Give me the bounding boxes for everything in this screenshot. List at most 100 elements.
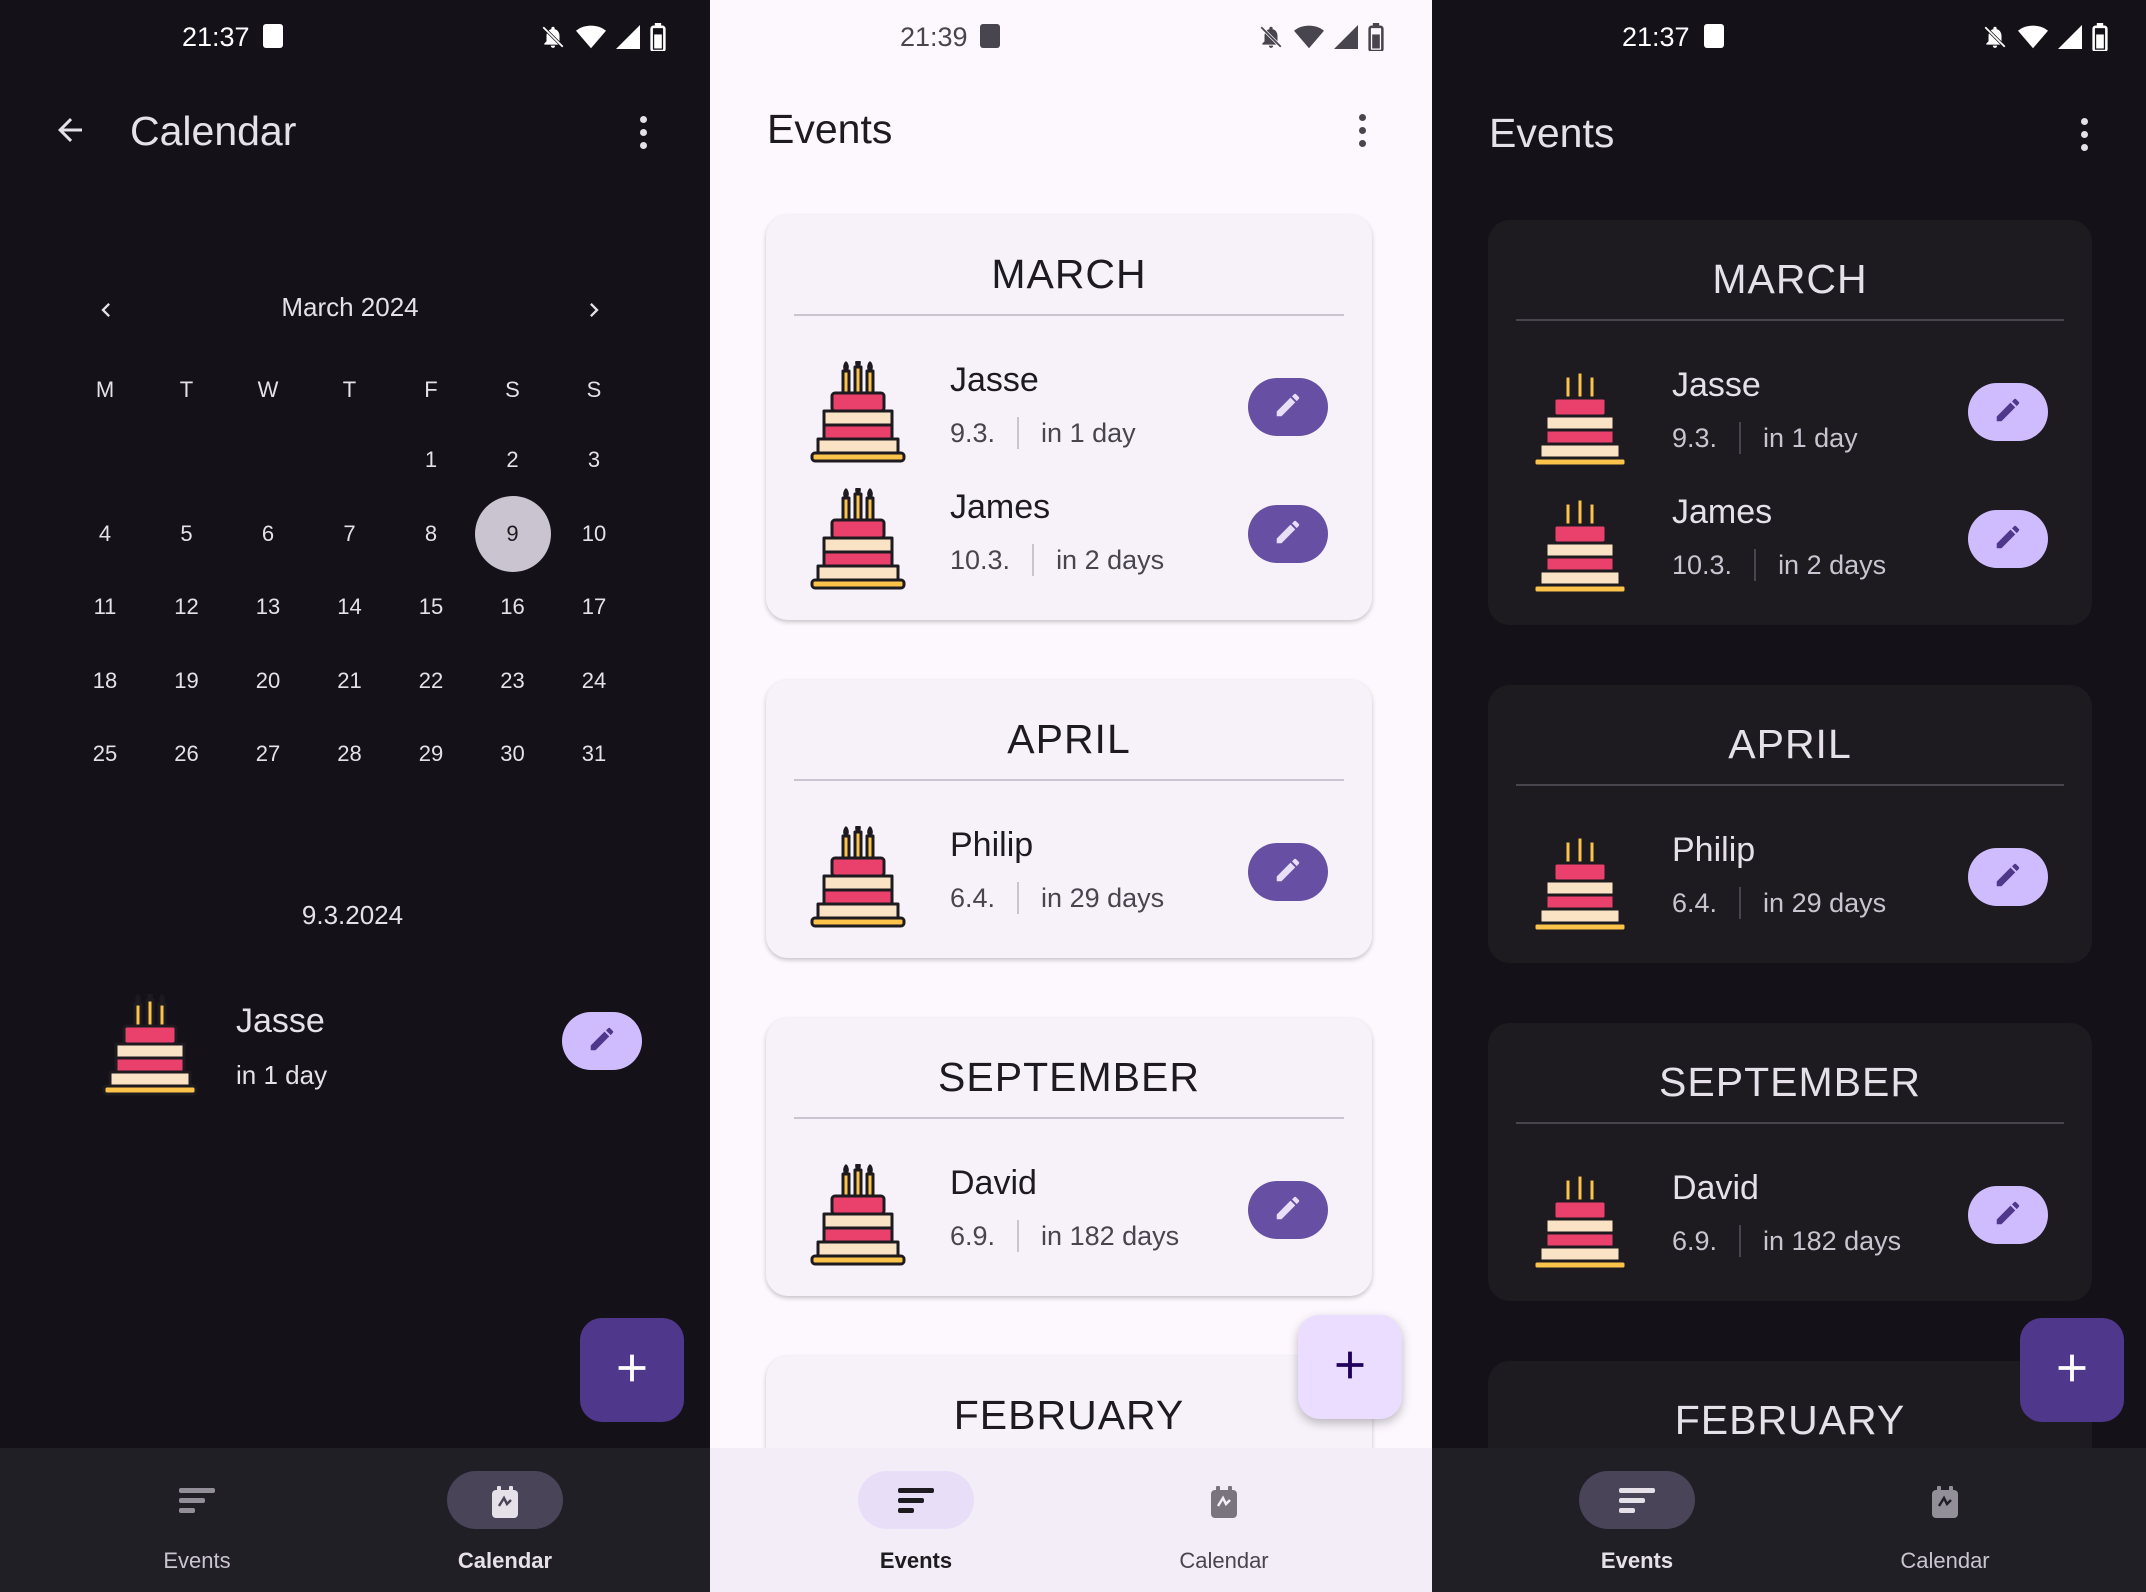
edit-event-button[interactable] bbox=[1968, 383, 2048, 441]
calendar-day[interactable]: 19 bbox=[147, 661, 227, 701]
event-subtitle: 6.4. in 29 days bbox=[950, 882, 1164, 914]
pencil-icon bbox=[1993, 522, 2023, 557]
calendar-day[interactable]: 15 bbox=[391, 587, 471, 627]
event-row[interactable]: David 6.9. in 182 days bbox=[766, 1158, 1372, 1278]
month-card-september: SEPTEMBER David 6.9. in 182 days bbox=[1488, 1023, 2092, 1301]
selected-day[interactable]: 9 bbox=[474, 495, 551, 572]
event-subtitle: 10.3. in 2 days bbox=[1672, 549, 1886, 581]
pencil-icon bbox=[1273, 855, 1303, 890]
divider bbox=[1739, 1225, 1742, 1257]
calendar-icon bbox=[1925, 1486, 1965, 1518]
calendar-day[interactable]: 20 bbox=[228, 661, 308, 701]
nav-label: Events bbox=[1600, 1548, 1674, 1573]
birthday-cake-icon bbox=[1532, 489, 1628, 595]
month-title: MARCH bbox=[991, 251, 1147, 297]
event-row[interactable]: Philip 6.4. in 29 days bbox=[766, 820, 1372, 940]
calendar-day[interactable]: 26 bbox=[147, 734, 227, 774]
edit-event-button[interactable] bbox=[1968, 1186, 2048, 1244]
calendar-day[interactable]: 10 bbox=[554, 514, 634, 554]
month-divider bbox=[1516, 319, 2064, 321]
edit-event-button[interactable] bbox=[1248, 843, 1328, 901]
pencil-icon bbox=[1993, 395, 2023, 430]
divider bbox=[1739, 422, 1742, 454]
event-row[interactable]: Jasse 9.3. in 1 day bbox=[1488, 360, 2092, 480]
event-name: Jasse bbox=[1672, 366, 1761, 404]
back-arrow-icon[interactable] bbox=[52, 112, 88, 148]
nav-item-events[interactable]: Events bbox=[1507, 1448, 1767, 1592]
month-card-september: SEPTEMBER David 6.9. in 182 days bbox=[766, 1018, 1372, 1296]
overflow-menu-icon[interactable] bbox=[638, 116, 648, 149]
calendar-day[interactable]: 14 bbox=[310, 587, 390, 627]
month-card-april: APRIL Philip 6.4. in 29 days bbox=[766, 680, 1372, 958]
nav-item-events[interactable]: Events bbox=[67, 1448, 327, 1592]
status-bar: 21:37 bbox=[0, 0, 710, 76]
calendar-day[interactable]: 1 bbox=[391, 440, 471, 480]
event-date: 10.3. bbox=[1672, 549, 1733, 580]
event-row[interactable]: James 10.3. in 2 days bbox=[1488, 487, 2092, 607]
calendar-day[interactable]: 18 bbox=[65, 661, 145, 701]
pencil-icon bbox=[1273, 517, 1303, 552]
event-relative: in 1 day bbox=[1763, 422, 1858, 453]
event-name: Philip bbox=[1672, 831, 1756, 869]
calendar-day[interactable]: 21 bbox=[310, 661, 390, 701]
nav-item-calendar[interactable]: Calendar bbox=[375, 1448, 635, 1592]
edit-event-button[interactable] bbox=[1248, 1181, 1328, 1239]
event-row[interactable]: James 10.3. in 2 days bbox=[766, 482, 1372, 602]
nav-item-calendar[interactable]: Calendar bbox=[1815, 1448, 2075, 1592]
calendar-day[interactable]: 24 bbox=[554, 661, 634, 701]
divider bbox=[1739, 887, 1742, 919]
edit-event-button[interactable] bbox=[1248, 505, 1328, 563]
calendar-day[interactable]: 27 bbox=[228, 734, 308, 774]
calendar-day[interactable]: 4 bbox=[65, 514, 145, 554]
month-title: APRIL bbox=[1007, 716, 1131, 762]
calendar-day[interactable]: 23 bbox=[473, 661, 553, 701]
calendar-day[interactable]: 5 bbox=[147, 514, 227, 554]
calendar-day[interactable]: 13 bbox=[228, 587, 308, 627]
add-event-button[interactable] bbox=[580, 1318, 684, 1422]
calendar-day[interactable]: 22 bbox=[391, 661, 471, 701]
overflow-menu-icon[interactable] bbox=[2079, 118, 2089, 151]
calendar-day[interactable]: 29 bbox=[391, 734, 471, 774]
weekday-header: S bbox=[505, 377, 520, 402]
calendar-day[interactable]: 11 bbox=[65, 587, 145, 627]
calendar-day[interactable]: 16 bbox=[473, 587, 553, 627]
event-row[interactable]: Philip 6.4. in 29 days bbox=[1488, 825, 2092, 945]
edit-event-button[interactable] bbox=[1248, 378, 1328, 436]
nav-label: Calendar bbox=[457, 1548, 553, 1573]
calendar-day[interactable]: 28 bbox=[310, 734, 390, 774]
add-event-button[interactable] bbox=[2020, 1318, 2124, 1422]
page-title: Calendar bbox=[130, 108, 297, 154]
calendar-day[interactable]: 25 bbox=[65, 734, 145, 774]
month-card-march: MARCH Jasse 9.3. in 1 day James 10.3. in 2 day… bbox=[1488, 220, 2092, 625]
calendar-day[interactable]: 31 bbox=[554, 734, 634, 774]
selected-date-label: 9.3.2024 bbox=[301, 900, 404, 930]
calendar-day[interactable]: 17 bbox=[554, 587, 634, 627]
events-list-icon bbox=[896, 1486, 936, 1516]
event-name: David bbox=[1672, 1169, 1759, 1207]
edit-event-button[interactable] bbox=[562, 1012, 642, 1070]
calendar-day[interactable]: 6 bbox=[228, 514, 308, 554]
event-name: James bbox=[1672, 493, 1773, 531]
event-row[interactable]: Jasse 9.3. in 1 day bbox=[766, 355, 1372, 475]
overflow-menu-icon[interactable] bbox=[1357, 114, 1367, 147]
calendar-day[interactable]: 3 bbox=[554, 440, 634, 480]
nav-label: Calendar bbox=[1179, 1548, 1269, 1573]
edit-event-button[interactable] bbox=[1968, 510, 2048, 568]
calendar-day[interactable]: 2 bbox=[473, 440, 553, 480]
mute-icon bbox=[1984, 26, 2006, 48]
calendar-day[interactable]: 8 bbox=[391, 514, 471, 554]
calendar-icon bbox=[485, 1486, 525, 1518]
calendar-day[interactable]: 12 bbox=[147, 587, 227, 627]
calendar-day[interactable]: 30 bbox=[473, 734, 553, 774]
add-event-button[interactable] bbox=[1298, 1315, 1402, 1419]
calendar-day[interactable]: 7 bbox=[310, 514, 390, 554]
edit-event-button[interactable] bbox=[1968, 848, 2048, 906]
month-divider bbox=[794, 314, 1344, 316]
event-row[interactable]: David 6.9. in 182 days bbox=[1488, 1163, 2092, 1283]
next-month-icon[interactable] bbox=[580, 296, 608, 324]
event-date: 10.3. bbox=[950, 544, 1011, 575]
event-name: Jasse bbox=[950, 361, 1039, 399]
month-divider bbox=[1516, 1122, 2064, 1124]
nav-item-calendar[interactable]: Calendar bbox=[1094, 1448, 1354, 1592]
nav-item-events[interactable]: Events bbox=[786, 1448, 1046, 1592]
